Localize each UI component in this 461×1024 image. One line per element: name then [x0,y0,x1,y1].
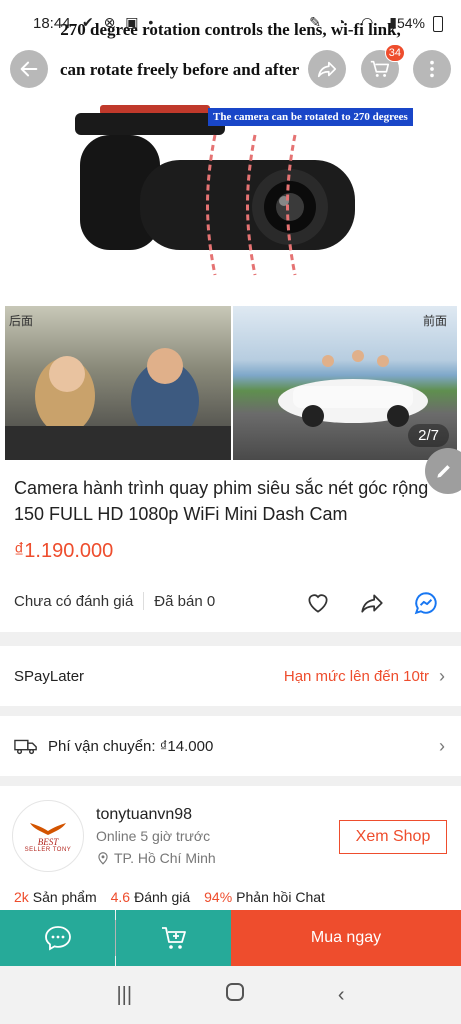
spaylater-row[interactable]: SPayLater Hạn mức lên đến 10tr › [0,646,461,706]
shop-stat-products: 2k Sản phẩm [14,889,97,905]
shop-stat-chat-response: 94% Phản hồi Chat [204,889,325,905]
add-to-cart-button[interactable] [116,910,231,966]
favorite-button[interactable] [303,588,333,618]
sold-count: Đã bán 0 [154,592,216,610]
system-nav-bar: ||| ‹ [0,966,461,1024]
shipping-row[interactable]: Phí vận chuyển: ₫14.000 › [0,716,461,776]
home-icon[interactable] [225,982,245,1008]
shop-logo-text-bottom: SELLER TONY [24,847,72,853]
shop-stats: 2k Sản phẩm 4.6 Đánh giá 94% Phản hồi Chat [14,889,325,905]
cart-icon [370,60,390,77]
status-time: 18:44 [33,15,71,32]
shop-section: BEST SELLER TONY tonytuanvn98 Online 5 g… [0,786,461,911]
car-interior-photo: 后面 [5,306,231,460]
image-counter: 2/7 [408,424,449,447]
buy-now-button[interactable]: Mua ngay [231,910,461,966]
shipping-left: Phí vận chuyển: ₫14.000 [14,736,213,756]
battery-icon [433,16,443,32]
cart-badge: 34 [384,44,405,62]
spaylater-limit-text: Hạn mức lên đến 10tr [283,667,429,685]
product-share-button[interactable] [357,588,387,618]
battery-percent: 54% [396,15,425,31]
heart-icon [308,594,328,613]
product-info: Camera hành trình quay phim siêu sắc nét… [0,462,461,632]
cart-button[interactable]: 34 [361,44,405,88]
pencil-icon [437,465,450,478]
recent-apps-icon[interactable]: ||| [116,984,132,1007]
back-button[interactable] [10,50,48,88]
share-icon [361,594,383,613]
product-title: Camera hành trình quay phim siêu sắc nét… [14,478,429,524]
image-caption-line2: can rotate freely before and after [60,60,300,79]
more-options-button[interactable] [413,50,451,88]
shop-name[interactable]: tonytuanvn98 [96,806,192,824]
shop-avatar[interactable]: BEST SELLER TONY [12,800,84,872]
messenger-icon [414,592,437,615]
location-pin-icon [98,852,108,865]
rating-text[interactable]: Chưa có đánh giá [14,593,133,610]
product-actions [303,588,441,618]
bottom-action-bar: Mua ngay [0,910,461,966]
rotation-note-label: The camera can be rotated to 270 degrees [208,108,413,126]
share-button[interactable] [308,50,346,88]
chat-button[interactable] [0,910,115,966]
spaylater-label: SPayLater [14,667,85,685]
wings-logo-icon [30,823,66,835]
divider [143,592,145,610]
chevron-right-icon: › [439,665,445,686]
share-icon [317,61,337,78]
shipping-chevron: › [439,736,445,757]
spaylater-limit: Hạn mức lên đến 10tr › [284,666,445,687]
view-shop-button[interactable]: Xem Shop [339,820,447,854]
shipping-fee: Phí vận chuyển: ₫14.000 [48,737,214,755]
shop-logo-text-top: BEST [37,837,59,847]
shop-stat-rating: 4.6 Đánh giá [110,889,191,905]
status-bar: 18:44 ✔ ⊗ ▣ • ✎ ◔ ◠ ▮ 54% [0,0,461,40]
shop-location: TP. Hồ Chí Minh [96,850,216,866]
back-nav-icon[interactable]: ‹ [338,984,345,1007]
system-icons: ✎ ◔ ◠ ▮ [309,14,403,30]
arrow-left-icon [20,61,38,77]
notification-icons: ✔ ⊗ ▣ • [82,14,157,30]
chat-bubble-icon [44,926,71,951]
chevron-right-icon: › [439,735,445,756]
truck-icon [14,739,37,755]
more-vertical-icon [430,60,434,78]
product-price: ₫1.190.000 [14,540,114,562]
shop-online-status: Online 5 giờ trước [96,828,211,844]
shop-location-text: TP. Hồ Chí Minh [114,850,216,866]
messenger-share-button[interactable] [411,588,441,618]
rating-sold-row: Chưa có đánh giá Đã bán 0 [14,592,215,610]
add-cart-icon [161,927,186,949]
